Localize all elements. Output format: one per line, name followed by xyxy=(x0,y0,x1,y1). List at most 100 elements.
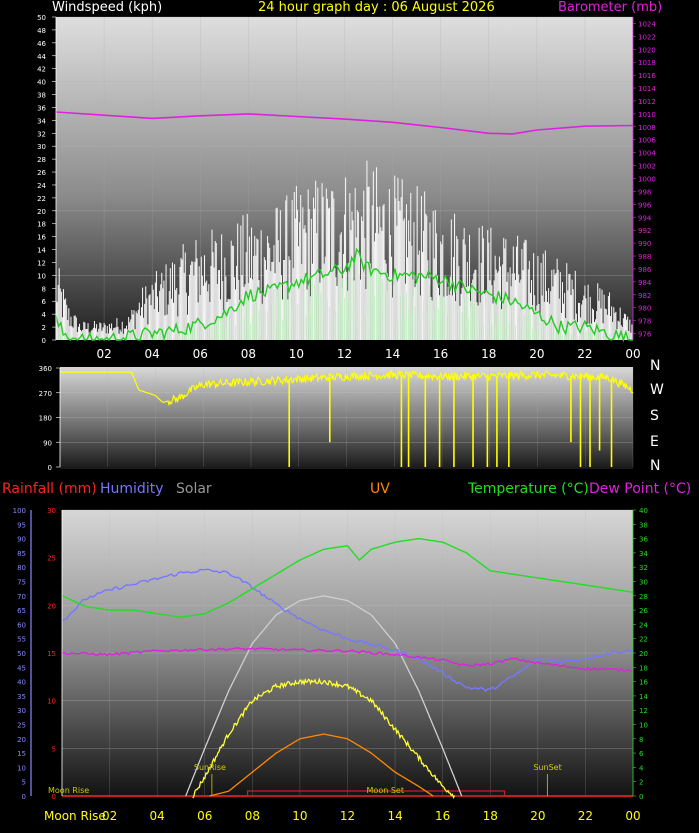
humidity-tick-label: 50 xyxy=(17,650,26,658)
y-tick-label: 2 xyxy=(42,324,46,332)
x-tick-label: 10 xyxy=(289,347,304,361)
temperature-tick-label: 16 xyxy=(639,679,648,687)
humidity-tick-label: 80 xyxy=(17,564,26,572)
y-right-tick-label: 1002 xyxy=(638,163,656,171)
x-tick-label: 08 xyxy=(241,347,256,361)
x-tick-label: 14 xyxy=(385,347,400,361)
legend-uv: UV xyxy=(370,481,390,497)
y-tick-label: 18 xyxy=(37,221,46,229)
y-tick-label: 22 xyxy=(37,195,46,203)
y-tick-label: 4 xyxy=(42,311,47,319)
humidity-tick-label: 15 xyxy=(17,750,26,758)
x-tick-label: 00 xyxy=(625,347,640,361)
temperature-tick-label: 20 xyxy=(639,650,648,658)
y-right-tick-label: 994 xyxy=(638,214,652,222)
humidity-tick-label: 55 xyxy=(17,636,26,644)
temperature-tick-label: 28 xyxy=(639,593,648,601)
y-tick-label: 50 xyxy=(37,14,46,22)
y-tick-label: 40 xyxy=(37,79,46,87)
temperature-tick-label: 8 xyxy=(639,736,643,744)
temperature-tick-label: 34 xyxy=(639,550,648,558)
y-right-tick-label: 1012 xyxy=(638,98,656,106)
rainfall-tick-label: 15 xyxy=(47,650,56,658)
compass-w: W xyxy=(650,382,664,398)
y-tick-label: 24 xyxy=(37,182,46,190)
multi-sensor-chart: 0510152025303540455055606570758085909510… xyxy=(13,507,649,823)
y-right-tick-label: 990 xyxy=(638,240,651,248)
legend-dewpoint: Dew Point (°C) xyxy=(589,481,692,497)
y-right-tick-label: 1000 xyxy=(638,176,656,184)
wind-direction-chart: 0 90 180 270 360 xyxy=(39,365,634,472)
y-tick-label: 8 xyxy=(42,285,46,293)
humidity-tick-label: 85 xyxy=(17,550,26,558)
x-tick-label: 18 xyxy=(483,809,498,823)
y-tick-label: 14 xyxy=(37,247,46,255)
y-right-tick-label: 1024 xyxy=(638,20,656,28)
temperature-tick-label: 40 xyxy=(639,507,648,515)
x-tick-label: 02 xyxy=(102,809,117,823)
y-right-tick-label: 1016 xyxy=(638,72,656,80)
y-tick-label: 360 xyxy=(39,365,52,373)
y-right-tick-label: 1018 xyxy=(638,59,656,67)
y-right-tick-label: 998 xyxy=(638,188,651,196)
sunset-label: SunSet xyxy=(533,763,561,772)
x-tick-label: 14 xyxy=(387,809,402,823)
x-tick-label: 22 xyxy=(578,809,593,823)
y-right-tick-label: 1008 xyxy=(638,124,656,132)
temperature-tick-label: 22 xyxy=(639,636,648,644)
y-right-tick-label: 984 xyxy=(638,279,652,287)
y-tick-label: 0 xyxy=(48,464,52,472)
y-tick-label: 42 xyxy=(37,66,46,74)
compass-n-bottom: N xyxy=(650,458,661,474)
humidity-tick-label: 65 xyxy=(17,607,26,615)
y-right-tick-label: 978 xyxy=(638,318,651,326)
y-tick-label: 16 xyxy=(37,234,46,242)
humidity-tick-label: 5 xyxy=(22,779,26,787)
y-right-tick-label: 1022 xyxy=(638,33,656,41)
temperature-tick-label: 6 xyxy=(639,750,644,758)
temperature-tick-label: 4 xyxy=(639,764,644,772)
x-tick-label: 06 xyxy=(193,347,208,361)
y-right-tick-label: 986 xyxy=(638,266,652,274)
x-tick-label: 12 xyxy=(337,347,352,361)
temperature-tick-label: 26 xyxy=(639,607,648,615)
humidity-tick-label: 45 xyxy=(17,664,26,672)
rainfall-tick-label: 30 xyxy=(47,507,56,515)
compass-s: S xyxy=(650,408,659,424)
y-tick-label: 26 xyxy=(37,169,46,177)
y-tick-label: 90 xyxy=(43,439,52,447)
x-tick-label: 20 xyxy=(530,809,545,823)
humidity-tick-label: 0 xyxy=(22,793,26,801)
humidity-tick-label: 25 xyxy=(17,722,26,730)
sunrise-label: SunRise xyxy=(194,763,226,772)
x-tick-label: 22 xyxy=(577,347,592,361)
x-tick-label: 06 xyxy=(197,809,212,823)
temperature-tick-label: 0 xyxy=(639,793,643,801)
y-tick-label: 38 xyxy=(37,92,46,100)
humidity-tick-label: 100 xyxy=(13,507,26,515)
y-tick-label: 36 xyxy=(37,104,46,112)
x-tick-label: 08 xyxy=(245,809,260,823)
y-right-tick-label: 1010 xyxy=(638,111,656,119)
y-right-tick-label: 982 xyxy=(638,292,651,300)
y-tick-label: 44 xyxy=(37,53,46,61)
temperature-tick-label: 2 xyxy=(639,779,643,787)
x-tick-label: 04 xyxy=(150,809,165,823)
humidity-tick-label: 40 xyxy=(17,679,26,687)
temperature-tick-label: 14 xyxy=(639,693,648,701)
temperature-tick-label: 18 xyxy=(639,664,648,672)
humidity-tick-label: 20 xyxy=(17,736,26,744)
x-tick-label: 16 xyxy=(433,347,448,361)
humidity-tick-label: 60 xyxy=(17,621,26,629)
temperature-tick-label: 24 xyxy=(639,621,648,629)
x-tick-label: 20 xyxy=(529,347,544,361)
y-tick-label: 6 xyxy=(42,298,47,306)
x-tick-label: 00 xyxy=(625,809,640,823)
moonrise-label: Moon Rise xyxy=(48,786,89,795)
humidity-tick-label: 70 xyxy=(17,593,26,601)
y-tick-label: 0 xyxy=(42,337,46,345)
windspeed-barometer-chart: 0246810121416182022242628303234363840424… xyxy=(37,14,656,361)
y-tick-label: 30 xyxy=(37,143,46,151)
y-tick-label: 10 xyxy=(37,272,46,280)
y-right-tick-label: 996 xyxy=(638,201,652,209)
